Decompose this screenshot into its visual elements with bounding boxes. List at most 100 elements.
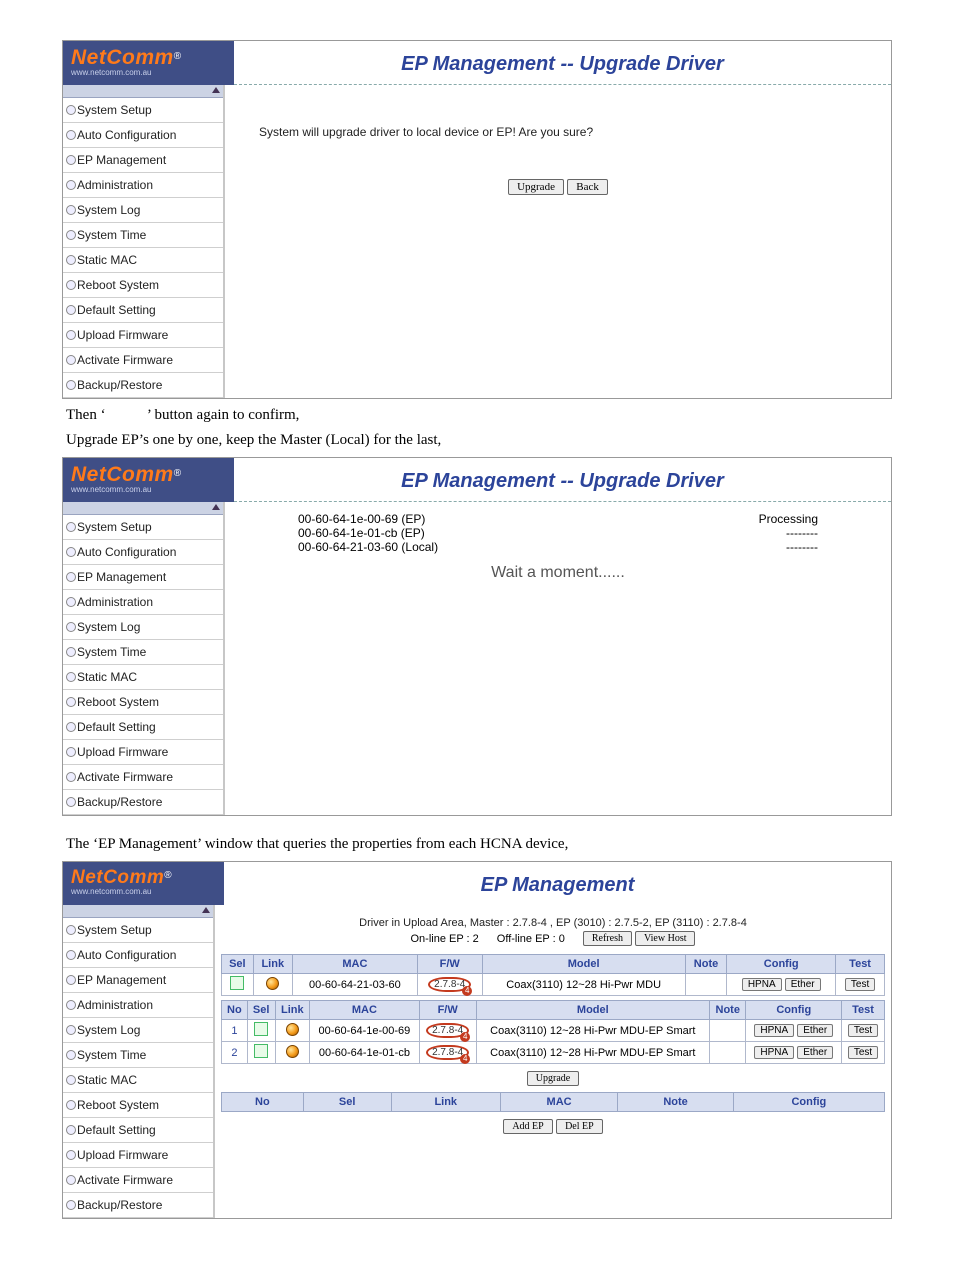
page-title: EP Management -- Upgrade Driver bbox=[401, 53, 724, 75]
status-row: 00-60-64-21-03-60 (Local)-------- bbox=[298, 540, 818, 554]
sidebar-item-activate-firmware[interactable]: Activate Firmware bbox=[63, 1168, 213, 1193]
test-button[interactable]: Test bbox=[848, 1024, 878, 1037]
sidebar-item-administration[interactable]: Administration bbox=[63, 993, 213, 1018]
logo: NetComm® www.netcomm.com.au bbox=[63, 458, 234, 502]
sidebar-item-reboot-system[interactable]: Reboot System bbox=[63, 273, 223, 298]
sidebar-item-system-log[interactable]: System Log bbox=[63, 1018, 213, 1043]
content-area: Driver in Upload Area, Master : 2.7.8-4 … bbox=[215, 905, 891, 1218]
fw-badge: 2.7.8-44 bbox=[426, 1045, 469, 1060]
logo: NetComm® www.netcomm.com.au bbox=[63, 862, 224, 905]
sidebar: System SetupAuto ConfigurationEP Managem… bbox=[63, 502, 225, 815]
content-area: 00-60-64-1e-00-69 (EP)Processing 00-60-6… bbox=[225, 502, 891, 815]
status-row: 00-60-64-1e-01-cb (EP)-------- bbox=[298, 526, 818, 540]
sidebar-item-system-time[interactable]: System Time bbox=[63, 223, 223, 248]
select-checkbox[interactable] bbox=[254, 1044, 268, 1058]
ether-button[interactable]: Ether bbox=[785, 978, 821, 991]
brand-name: NetComm bbox=[71, 46, 174, 69]
sidebar-item-static-mac[interactable]: Static MAC bbox=[63, 1068, 213, 1093]
table-row: 00-60-64-21-03-60 2.7.8-44 Coax(3110) 12… bbox=[222, 974, 885, 996]
content-area: System will upgrade driver to local devi… bbox=[225, 85, 891, 398]
screenshot-ep-management: NetComm® www.netcomm.com.au EP Managemen… bbox=[62, 861, 892, 1219]
offline-ep-table: No Sel Link MAC Note Config bbox=[221, 1092, 885, 1112]
sidebar-item-system-log[interactable]: System Log bbox=[63, 198, 223, 223]
logo: NetComm® www.netcomm.com.au bbox=[63, 41, 234, 85]
add-ep-button[interactable]: Add EP bbox=[503, 1119, 552, 1134]
wait-message: Wait a moment...... bbox=[239, 564, 877, 582]
sidebar-item-system-setup[interactable]: System Setup bbox=[63, 918, 213, 943]
sidebar-item-activate-firmware[interactable]: Activate Firmware bbox=[63, 348, 223, 373]
link-led-icon bbox=[286, 1023, 299, 1036]
upgrade-button[interactable]: Upgrade bbox=[508, 179, 564, 195]
driver-info: Driver in Upload Area, Master : 2.7.8-4 … bbox=[221, 917, 885, 929]
status-row: 00-60-64-1e-00-69 (EP)Processing bbox=[298, 512, 818, 526]
fw-badge: 2.7.8-44 bbox=[426, 1023, 469, 1038]
sidebar-item-auto-configuration[interactable]: Auto Configuration bbox=[63, 123, 223, 148]
ether-button[interactable]: Ether bbox=[797, 1024, 833, 1037]
sidebar-item-backup/restore[interactable]: Backup/Restore bbox=[63, 790, 223, 815]
test-button[interactable]: Test bbox=[848, 1046, 878, 1059]
sidebar-item-administration[interactable]: Administration bbox=[63, 173, 223, 198]
sidebar: System SetupAuto ConfigurationEP Managem… bbox=[63, 905, 215, 1218]
sidebar-item-activate-firmware[interactable]: Activate Firmware bbox=[63, 765, 223, 790]
refresh-button[interactable]: Refresh bbox=[583, 931, 632, 946]
page-title-cell: EP Management -- Upgrade Driver bbox=[234, 41, 891, 85]
page-title: EP Management bbox=[481, 874, 635, 896]
sidebar-item-reboot-system[interactable]: Reboot System bbox=[63, 1093, 213, 1118]
sidebar-item-static-mac[interactable]: Static MAC bbox=[63, 248, 223, 273]
sidebar-item-upload-firmware[interactable]: Upload Firmware bbox=[63, 323, 223, 348]
sidebar-item-ep-management[interactable]: EP Management bbox=[63, 565, 223, 590]
del-ep-button[interactable]: Del EP bbox=[556, 1119, 603, 1134]
page-title-cell: EP Management bbox=[224, 862, 891, 905]
sidebar-item-system-setup[interactable]: System Setup bbox=[63, 98, 223, 123]
table-row: 1 00-60-64-1e-00-69 2.7.8-44 Coax(3110) … bbox=[222, 1020, 885, 1042]
sidebar-item-system-log[interactable]: System Log bbox=[63, 615, 223, 640]
doc-text-3: The ‘EP Management’ window that queries … bbox=[66, 836, 888, 853]
doc-text-2: Upgrade EP’s one by one, keep the Master… bbox=[66, 432, 888, 449]
ether-button[interactable]: Ether bbox=[797, 1046, 833, 1059]
confirm-message: System will upgrade driver to local devi… bbox=[259, 125, 877, 139]
sidebar-item-ep-management[interactable]: EP Management bbox=[63, 148, 223, 173]
sidebar-item-system-time[interactable]: System Time bbox=[63, 640, 223, 665]
offline-ep: Off-line EP : 0 bbox=[497, 933, 565, 945]
select-checkbox[interactable] bbox=[230, 976, 244, 990]
sidebar-item-auto-configuration[interactable]: Auto Configuration bbox=[63, 540, 223, 565]
link-led-icon bbox=[266, 977, 279, 990]
link-led-icon bbox=[286, 1045, 299, 1058]
scrollbar-up[interactable] bbox=[63, 85, 223, 98]
sidebar-item-default-setting[interactable]: Default Setting bbox=[63, 715, 223, 740]
sidebar-item-backup/restore[interactable]: Backup/Restore bbox=[63, 1193, 213, 1218]
sidebar-item-default-setting[interactable]: Default Setting bbox=[63, 1118, 213, 1143]
doc-text-1: Then ‘ ’ button again to confirm, bbox=[66, 407, 888, 424]
view-host-button[interactable]: View Host bbox=[635, 931, 695, 946]
test-button[interactable]: Test bbox=[845, 978, 875, 991]
brand-reg: ® bbox=[174, 51, 181, 62]
page-title: EP Management -- Upgrade Driver bbox=[401, 470, 724, 492]
brand-url: www.netcomm.com.au bbox=[71, 68, 226, 77]
screenshot-upgrade-confirm: NetComm® www.netcomm.com.au EP Managemen… bbox=[62, 40, 892, 399]
sidebar-item-upload-firmware[interactable]: Upload Firmware bbox=[63, 1143, 213, 1168]
sidebar-item-default-setting[interactable]: Default Setting bbox=[63, 298, 223, 323]
sidebar-item-auto-configuration[interactable]: Auto Configuration bbox=[63, 943, 213, 968]
sidebar-item-system-setup[interactable]: System Setup bbox=[63, 515, 223, 540]
back-button[interactable]: Back bbox=[567, 179, 608, 195]
table-row: 2 00-60-64-1e-01-cb 2.7.8-44 Coax(3110) … bbox=[222, 1042, 885, 1064]
scrollbar-up[interactable] bbox=[63, 502, 223, 515]
hpna-button[interactable]: HPNA bbox=[742, 978, 782, 991]
upgrade-button[interactable]: Upgrade bbox=[527, 1071, 579, 1086]
sidebar-item-administration[interactable]: Administration bbox=[63, 590, 223, 615]
sidebar: System SetupAuto ConfigurationEP Managem… bbox=[63, 85, 225, 398]
screenshot-upgrade-progress: NetComm® www.netcomm.com.au EP Managemen… bbox=[62, 457, 892, 816]
sidebar-item-static-mac[interactable]: Static MAC bbox=[63, 665, 223, 690]
online-ep: On-line EP : 2 bbox=[411, 933, 479, 945]
sidebar-item-backup/restore[interactable]: Backup/Restore bbox=[63, 373, 223, 398]
scrollbar-up[interactable] bbox=[63, 905, 213, 918]
hpna-button[interactable]: HPNA bbox=[754, 1046, 794, 1059]
fw-badge: 2.7.8-44 bbox=[428, 977, 471, 992]
sidebar-item-ep-management[interactable]: EP Management bbox=[63, 968, 213, 993]
select-checkbox[interactable] bbox=[254, 1022, 268, 1036]
ep-table: No Sel Link MAC F/W Model Note Config Te… bbox=[221, 1000, 885, 1064]
sidebar-item-upload-firmware[interactable]: Upload Firmware bbox=[63, 740, 223, 765]
hpna-button[interactable]: HPNA bbox=[754, 1024, 794, 1037]
sidebar-item-reboot-system[interactable]: Reboot System bbox=[63, 690, 223, 715]
sidebar-item-system-time[interactable]: System Time bbox=[63, 1043, 213, 1068]
